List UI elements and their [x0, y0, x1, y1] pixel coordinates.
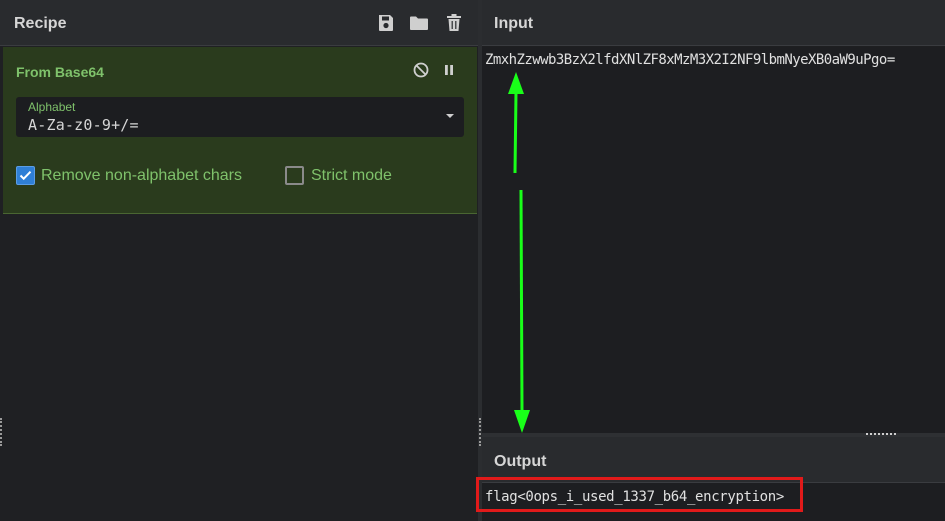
output-highlight-box [476, 477, 803, 512]
resize-handle[interactable] [0, 418, 2, 446]
strict-mode-checkbox[interactable] [285, 166, 304, 185]
recipe-header: Recipe [0, 0, 478, 46]
folder-icon[interactable] [409, 13, 429, 33]
pause-icon[interactable] [440, 61, 458, 79]
remove-non-alphabet-label[interactable]: Remove non-alphabet chars [41, 167, 242, 185]
trash-icon[interactable] [444, 13, 464, 33]
input-title: Input [494, 15, 534, 32]
divider-grip[interactable] [479, 418, 481, 446]
alphabet-label: Alphabet [28, 100, 76, 114]
disable-icon[interactable] [412, 61, 430, 79]
operation-title: From Base64 [16, 64, 104, 80]
alphabet-value: A-Za-z0-9+/= [28, 116, 139, 134]
input-textarea[interactable]: ZmxhZzwwb3BzX2lfdXNlZF8xMzM3X2I2NF9lbmNy… [482, 47, 945, 433]
output-title: Output [494, 453, 547, 470]
recipe-title: Recipe [14, 15, 67, 32]
remove-non-alphabet-checkbox[interactable] [16, 166, 35, 185]
input-text: ZmxhZzwwb3BzX2lfdXNlZF8xMzM3X2I2NF9lbmNy… [485, 52, 895, 68]
alphabet-select[interactable]: Alphabet A-Za-z0-9+/= [16, 97, 464, 137]
strict-mode-label[interactable]: Strict mode [311, 167, 392, 185]
cyberchef-window: Recipe From Base64 Alphabet A-Za-z0-9+/= [0, 0, 945, 521]
input-header: Input [482, 0, 945, 46]
splitter-grip[interactable] [866, 433, 896, 435]
save-icon[interactable] [376, 13, 396, 33]
recipe-pane: Recipe From Base64 Alphabet A-Za-z0-9+/= [0, 0, 478, 521]
operation-from-base64[interactable]: From Base64 Alphabet A-Za-z0-9+/= Remove… [3, 47, 477, 214]
chevron-down-icon[interactable] [446, 114, 454, 118]
